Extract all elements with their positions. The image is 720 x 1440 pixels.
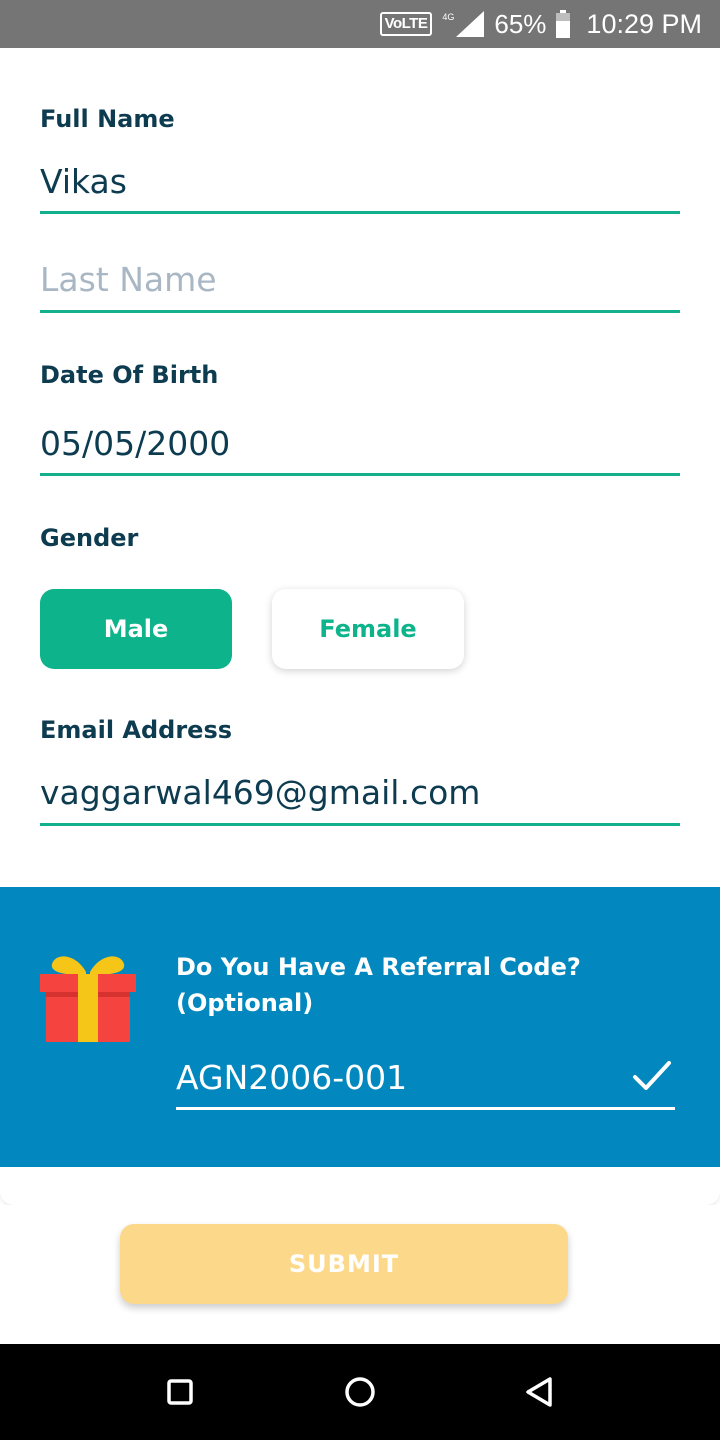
last-name-input[interactable]: Last Name <box>40 260 217 299</box>
volte-badge: VoLTE <box>379 12 433 36</box>
gender-label: Gender <box>40 524 139 552</box>
full-name-input[interactable]: Vikas <box>40 162 127 201</box>
dob-label: Date Of Birth <box>40 361 219 389</box>
back-icon[interactable] <box>520 1372 560 1412</box>
check-icon <box>633 1061 671 1090</box>
email-underline <box>40 823 680 826</box>
status-icons: VoLTE 4G 65% 10:29 PM <box>379 0 702 48</box>
dob-underline <box>40 473 680 476</box>
gender-female-button[interactable]: Female <box>272 589 464 669</box>
network-type: 4G <box>442 12 455 22</box>
dob-input[interactable]: 05/05/2000 <box>40 424 230 463</box>
submit-button[interactable]: SUBMIT <box>120 1224 568 1304</box>
referral-section: Do You Have A Referral Code? (Optional) … <box>0 887 720 1167</box>
referral-underline <box>176 1107 675 1110</box>
full-name-label: Full Name <box>40 105 175 133</box>
referral-question: Do You Have A Referral Code? (Optional) <box>176 953 581 1017</box>
full-name-underline <box>40 211 680 214</box>
battery-percent: 65% <box>494 8 547 39</box>
referral-code-input[interactable]: AGN2006-001 <box>176 1058 407 1097</box>
status-bar: VoLTE 4G 65% 10:29 PM <box>0 0 720 48</box>
form-card-edge <box>0 1167 720 1205</box>
gift-icon <box>40 956 136 1042</box>
gender-male-button[interactable]: Male <box>40 589 232 669</box>
email-label: Email Address <box>40 716 233 744</box>
navigation-bar <box>0 1344 720 1440</box>
battery-icon <box>556 10 571 38</box>
recent-apps-icon[interactable] <box>160 1372 200 1412</box>
home-icon[interactable] <box>340 1372 380 1412</box>
email-input[interactable]: vaggarwal469@gmail.com <box>40 773 480 812</box>
clock: 10:29 PM <box>586 8 702 39</box>
signal-icon <box>456 11 485 37</box>
last-name-underline <box>40 310 680 313</box>
